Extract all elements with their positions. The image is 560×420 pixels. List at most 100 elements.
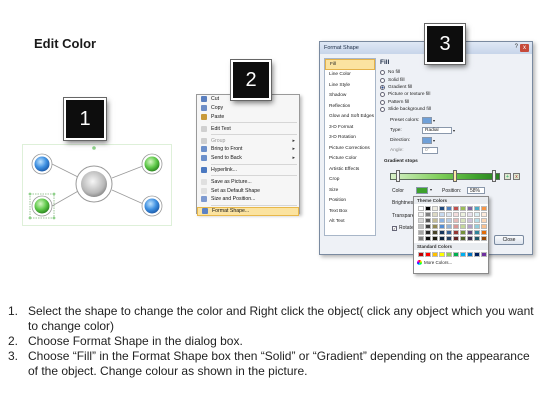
color-swatch[interactable] [439,252,445,257]
close-button[interactable]: Close [494,235,524,245]
color-swatch[interactable] [425,218,431,223]
chevron-down-icon[interactable]: ▾ [433,118,435,123]
color-swatch[interactable] [467,218,473,223]
chevron-down-icon[interactable]: ▾ [433,138,435,143]
gradient-stop-2[interactable] [453,170,457,182]
color-swatch[interactable] [481,218,487,223]
fill-option[interactable]: Gradient fill [380,84,530,91]
help-icon[interactable]: ? [515,44,518,50]
add-stop-icon[interactable]: + [504,173,511,180]
color-swatch[interactable] [453,206,459,211]
color-swatch[interactable] [432,218,438,223]
rotate-checkbox[interactable]: ✓ [392,225,397,231]
color-swatch[interactable] [446,206,452,211]
dialog-nav-item[interactable]: Artistic Effects [325,164,375,175]
color-swatch[interactable] [425,236,431,241]
color-swatch[interactable] [481,252,487,257]
preset-colors-button[interactable] [422,117,432,124]
gradient-bar[interactable] [390,173,500,180]
color-swatch[interactable] [425,230,431,235]
color-swatch[interactable] [460,212,466,217]
color-swatch[interactable] [453,218,459,223]
context-menu-item[interactable]: Size and Position... [197,195,299,204]
color-swatch[interactable] [474,218,480,223]
color-swatch[interactable] [418,252,424,257]
color-swatch[interactable] [481,212,487,217]
bottom-left-circle-selected[interactable] [28,192,56,220]
color-swatch[interactable] [432,236,438,241]
gradient-stop-1[interactable] [396,170,400,182]
color-swatch[interactable] [432,212,438,217]
radio-button[interactable] [380,70,385,76]
color-swatch[interactable] [467,236,473,241]
dialog-nav-item[interactable]: 3-D Rotation [325,133,375,144]
context-menu-item[interactable]: Paste [197,113,299,122]
color-swatch[interactable] [481,224,487,229]
position-input[interactable]: 58% [467,187,485,194]
top-left-circle[interactable] [31,153,53,175]
fill-option[interactable]: Pattern fill [380,99,530,106]
top-right-circle[interactable] [141,153,163,175]
fill-option[interactable]: Picture or texture fill [380,91,530,98]
color-swatch[interactable] [460,236,466,241]
color-swatch[interactable] [432,252,438,257]
color-swatch[interactable] [467,230,473,235]
dialog-nav-item[interactable]: Shadow [325,91,375,102]
radio-button[interactable] [380,77,385,83]
color-swatch[interactable] [467,206,473,211]
color-swatch[interactable] [467,224,473,229]
color-swatch[interactable] [481,206,487,211]
context-menu-item[interactable]: Copy [197,104,299,113]
fill-option[interactable]: No fill [380,69,530,76]
dialog-nav-item[interactable]: Glow and Soft Edges [325,112,375,123]
color-swatch[interactable] [446,224,452,229]
color-swatch[interactable] [474,252,480,257]
remove-stop-icon[interactable]: x [513,173,520,180]
rotation-handle[interactable] [92,146,96,150]
color-swatch[interactable] [481,236,487,241]
gradient-stop-3[interactable] [492,170,496,182]
color-swatch[interactable] [460,206,466,211]
close-icon[interactable]: x [520,44,529,52]
context-menu-item[interactable]: Group ▸ [197,136,299,145]
dialog-nav-item[interactable]: 3-D Format [325,122,375,133]
dialog-nav-item[interactable]: Reflection [325,101,375,112]
color-swatch[interactable] [446,212,452,217]
color-swatch[interactable] [432,230,438,235]
color-swatch[interactable] [439,206,445,211]
color-swatch[interactable] [446,230,452,235]
color-swatch[interactable] [460,218,466,223]
color-swatch[interactable] [446,218,452,223]
bottom-right-circle[interactable] [141,195,163,217]
context-menu-item[interactable]: Send to Back ▸ [197,154,299,163]
fill-option[interactable]: Slide background fill [380,106,530,113]
context-menu-item[interactable]: Edit Text [197,124,299,133]
dialog-nav-item[interactable]: Picture Color [325,154,375,165]
color-swatch[interactable] [432,206,438,211]
context-menu-item[interactable]: Hyperlink... [197,166,299,175]
dialog-nav-item[interactable]: Picture Corrections [325,143,375,154]
color-swatch[interactable] [425,212,431,217]
dialog-nav-item[interactable]: Crop [325,175,375,186]
more-colors-option[interactable]: More Colors... [414,259,488,266]
direction-button[interactable] [422,137,432,144]
radio-button[interactable] [380,92,385,98]
color-swatch[interactable] [453,224,459,229]
dialog-nav-item[interactable]: Alt Text [325,217,375,228]
color-swatch[interactable] [467,252,473,257]
chevron-down-icon[interactable]: ▾ [430,187,432,192]
color-swatch[interactable] [446,236,452,241]
color-swatch[interactable] [474,236,480,241]
color-swatch[interactable] [418,206,424,211]
color-swatch[interactable] [425,224,431,229]
stop-color-button[interactable] [416,187,428,194]
color-swatch[interactable] [418,230,424,235]
center-hub-circle[interactable] [75,165,113,203]
context-menu-item[interactable]: Set as Default Shape [197,186,299,195]
color-swatch[interactable] [453,236,459,241]
color-swatch[interactable] [418,224,424,229]
context-menu-item[interactable]: Format Shape... [197,206,299,216]
chevron-down-icon[interactable]: ▾ [453,128,455,133]
dialog-nav-item[interactable]: Line Color [325,70,375,81]
color-swatch[interactable] [439,224,445,229]
